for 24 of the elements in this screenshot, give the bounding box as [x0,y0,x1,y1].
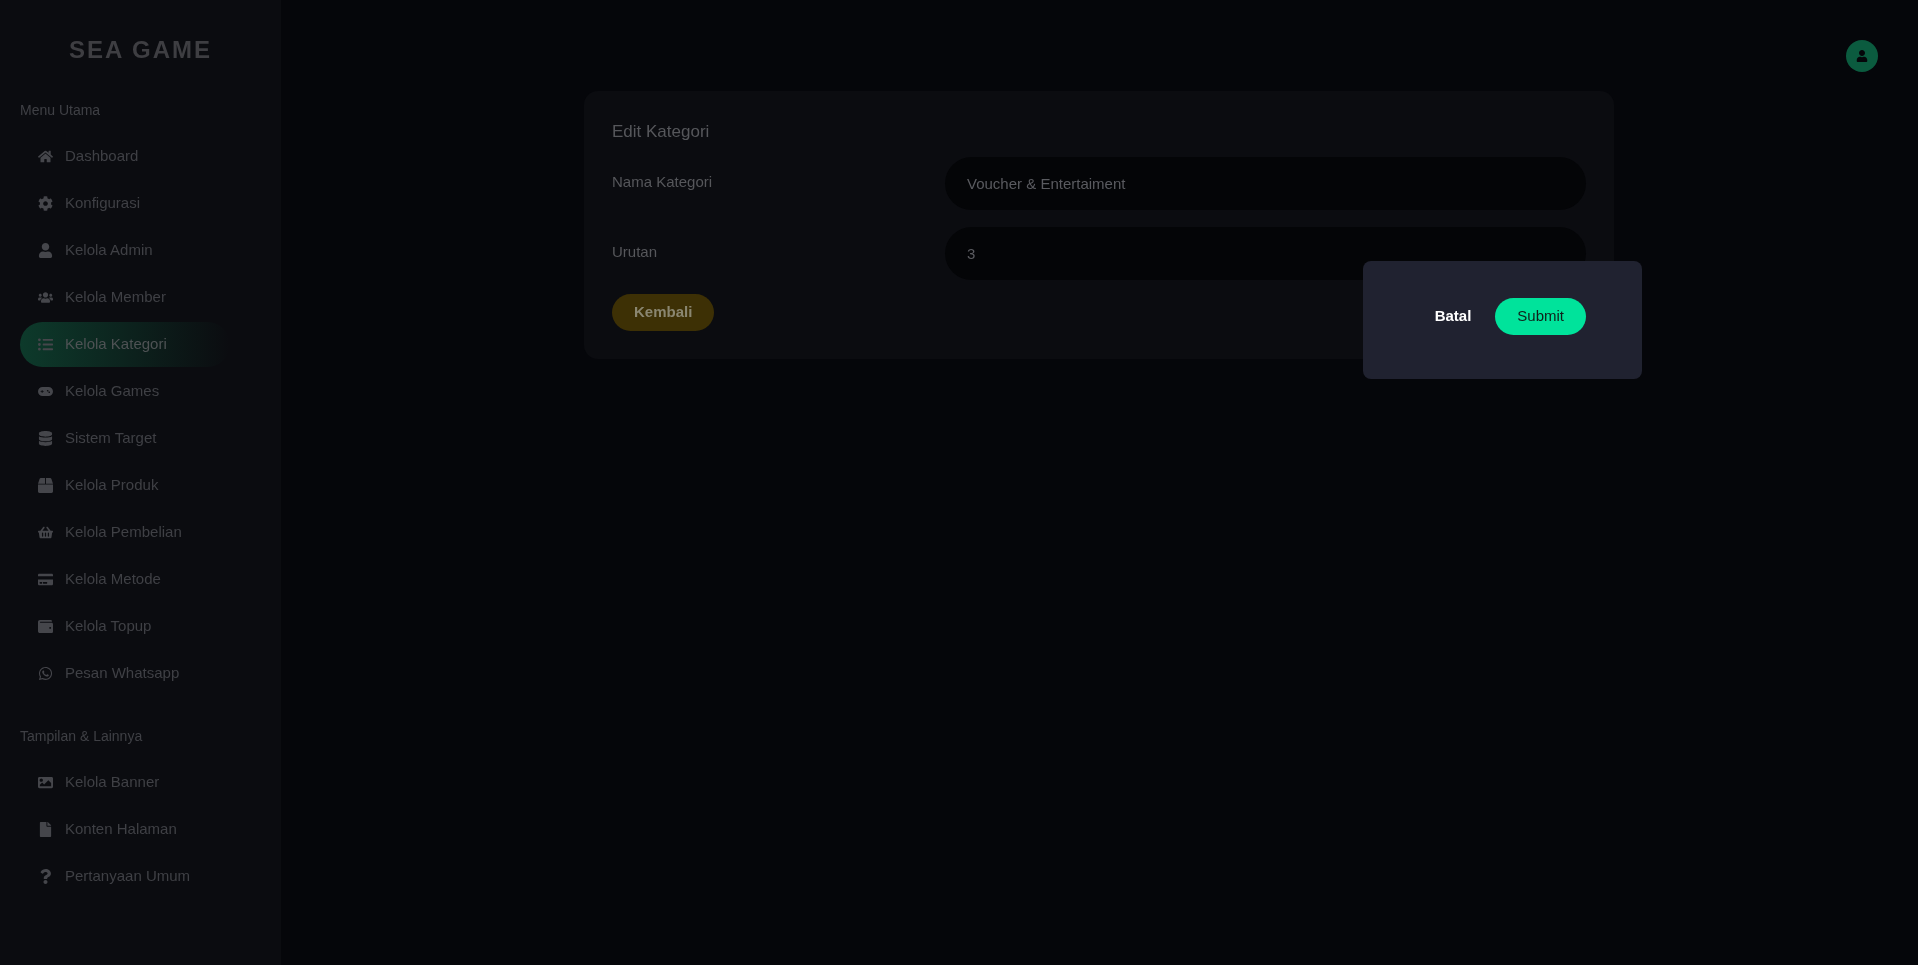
card-title: Edit Kategori [612,121,711,143]
credit-card-icon [38,572,53,587]
users-icon [38,290,53,305]
field-label: Urutan [612,241,659,262]
home-icon [38,149,53,164]
wallet-icon [38,619,53,634]
input-field[interactable]: Voucher & Entertaiment [945,156,1586,210]
image-icon [38,775,53,790]
user-icon [1856,50,1868,62]
basket-icon [38,525,53,540]
box-icon [38,478,53,493]
database-icon [38,431,53,446]
file-icon [38,822,53,837]
settings-icon [38,196,53,211]
cancel-button[interactable]: Batal [1434,304,1472,328]
chat-bubble-icon [38,666,53,681]
user-icon [38,243,53,258]
back-button[interactable]: Kembali [612,293,715,331]
list-icon [38,337,53,352]
avatar-button[interactable] [1846,40,1878,72]
question-mark-icon [38,869,53,884]
submit-button[interactable]: Submit [1495,297,1586,335]
gamepad-icon [38,384,53,399]
field-label: Nama Kategori [612,171,714,192]
